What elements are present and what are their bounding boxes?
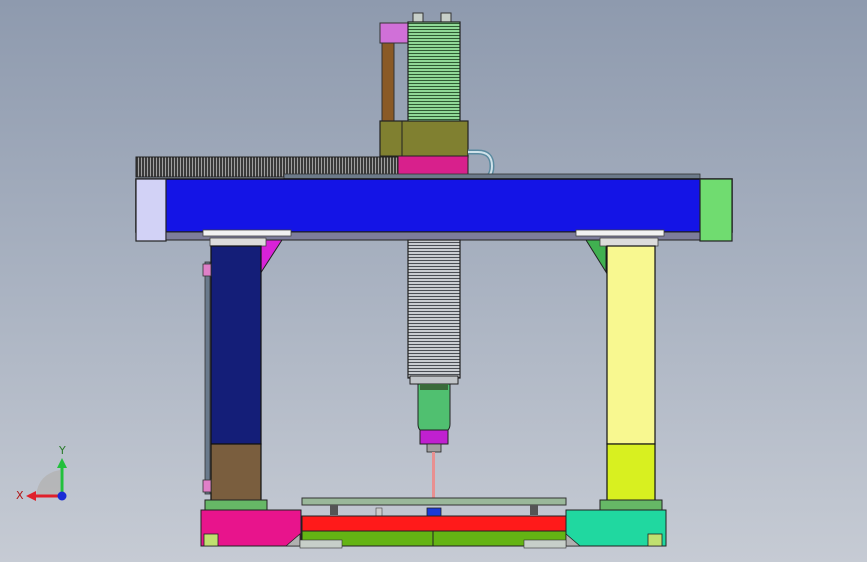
upper-finned-stack [407,21,461,123]
left-side-rail [204,261,211,495]
right-column-body [606,245,656,445]
work-table[interactable] [301,497,567,547]
spindle-mount-plate [397,155,469,177]
beam-cap-left [135,178,167,242]
z-axis-dot [57,491,67,501]
cutter-bit [432,452,435,498]
table-rail-top [301,497,567,506]
beam-cap-right [699,178,733,242]
triad-y-label: Y [58,444,66,457]
spindle-ram-fins [407,239,461,379]
collet [426,443,442,453]
beam-body [135,178,733,233]
upper-rod [381,42,395,122]
spindle-nose [417,383,451,433]
z-axis-upper-assembly [379,12,469,177]
tool-holder [419,429,449,445]
cad-viewport[interactable]: Y X [0,0,867,562]
spindle-motor-block [379,120,469,158]
table-top [301,515,567,532]
triad-x-label: X [16,489,24,502]
left-column-body [210,245,262,445]
upper-bracket [379,22,411,44]
